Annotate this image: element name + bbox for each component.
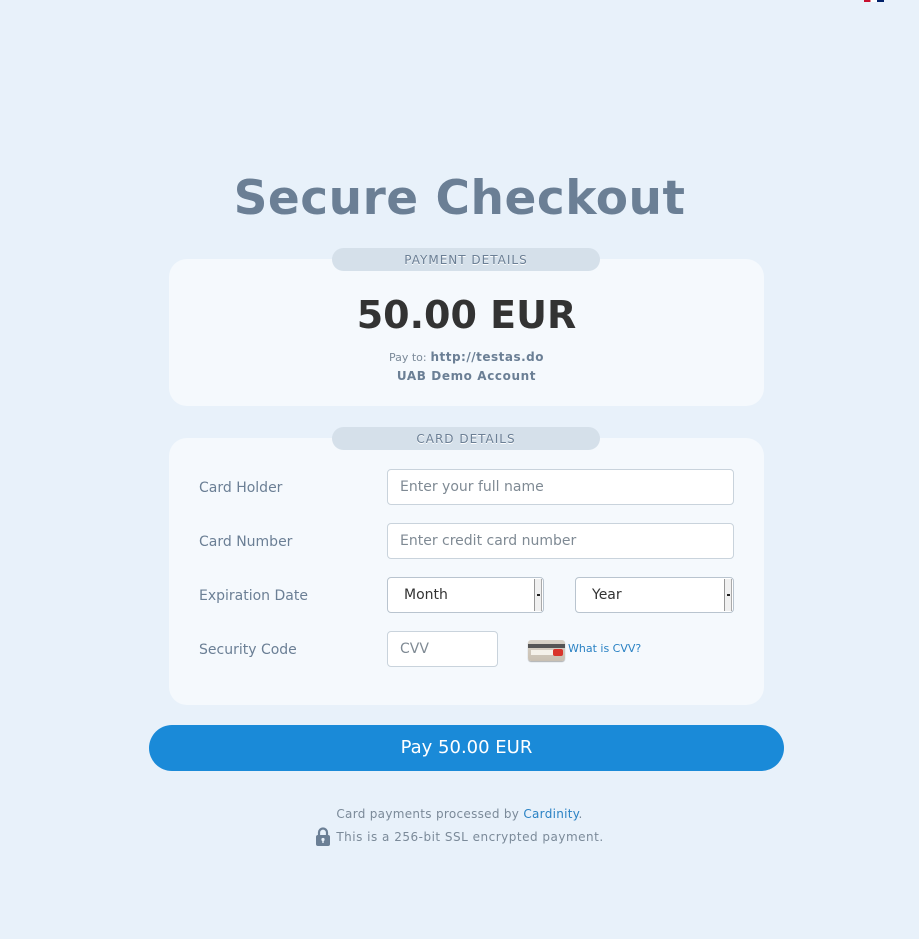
processed-by-period: . — [578, 807, 583, 821]
credit-card-back-icon[interactable] — [528, 640, 565, 661]
ssl-line: This is a 256-bit SSL encrypted payment. — [0, 827, 919, 846]
month-dropdown-arrow-icon[interactable] — [534, 579, 542, 611]
cardinity-link[interactable]: Cardinity — [523, 807, 578, 821]
security-code-label: Security Code — [199, 642, 297, 658]
pay-to-label: Pay to: — [388, 351, 427, 364]
expiration-year-value: Year — [592, 587, 622, 603]
card-number-label: Card Number — [199, 534, 293, 550]
processed-by-text: Card payments processed by — [336, 807, 524, 821]
processed-by-line: Card payments processed by Cardinity. — [0, 806, 919, 823]
expiration-year-select[interactable]: Year — [575, 577, 734, 613]
payment-details-heading: PAYMENT DETAILS — [332, 248, 600, 271]
card-details-heading: CARD DETAILS — [332, 427, 600, 450]
pay-button[interactable]: Pay 50.00 EUR — [149, 725, 784, 771]
year-dropdown-arrow-icon[interactable] — [724, 579, 732, 611]
expiration-date-label: Expiration Date — [199, 588, 308, 604]
card-holder-input[interactable]: Enter your full name — [387, 469, 734, 505]
pay-to-line: Pay to: http://testas.do — [169, 349, 764, 366]
checkout-page: Secure Checkout PAYMENT DETAILS 50.00 EU… — [0, 0, 919, 939]
card-holder-label: Card Holder — [199, 480, 283, 496]
page-title: Secure Checkout — [233, 171, 686, 226]
card-number-input[interactable]: Enter credit card number — [387, 523, 734, 559]
lock-icon — [315, 827, 331, 846]
payment-amount: 50.00 EUR — [356, 293, 577, 337]
uk-flag-icon[interactable] — [864, 0, 884, 2]
ssl-text: This is a 256-bit SSL encrypted payment. — [336, 830, 604, 844]
what-is-cvv-link[interactable]: What is CVV? — [568, 641, 641, 657]
cvv-input[interactable]: CVV — [387, 631, 498, 667]
expiration-month-value: Month — [404, 587, 448, 603]
pay-to-value: http://testas.do — [430, 350, 545, 364]
expiration-month-select[interactable]: Month — [387, 577, 544, 613]
merchant-name: UAB Demo Account — [396, 369, 537, 383]
